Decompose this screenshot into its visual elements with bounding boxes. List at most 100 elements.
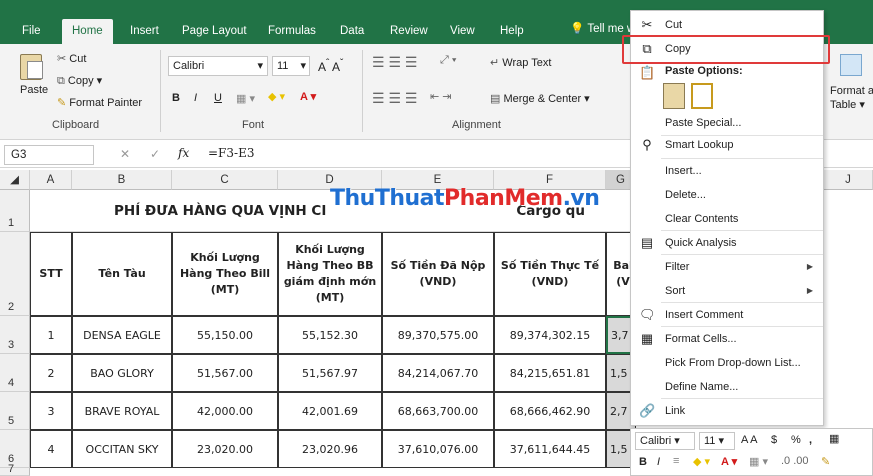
fill-color-icon[interactable]: ◆ ▾	[268, 90, 285, 103]
grow-font-icon[interactable]: A A	[741, 434, 758, 446]
increase-font-icon[interactable]: Aˆ Aˇ	[318, 58, 343, 74]
menu-item-insert-comment[interactable]: 🗨 Insert Comment	[631, 303, 823, 327]
menu-item-format-cells[interactable]: ▦ Format Cells...	[631, 327, 823, 351]
menu-item-cut[interactable]: ✂ Cut	[631, 13, 823, 37]
cell-ten-tau[interactable]: BRAVE ROYAL	[72, 392, 172, 430]
cell-khoi-luong-bill[interactable]: 51,567.00	[172, 354, 278, 392]
header-so-tien-da-nop[interactable]: Số Tiền Đã Nộp (VND)	[382, 232, 494, 316]
bold-button[interactable]: B	[172, 92, 180, 104]
format-painter-button[interactable]: ✎ Format Painter	[57, 96, 142, 109]
cell-khoi-luong-bill[interactable]: 42,000.00	[172, 392, 278, 430]
align-top-icon[interactable]: ☰ ☰ ☰	[372, 54, 417, 71]
select-all-corner[interactable]: ◢	[0, 170, 30, 190]
merge-center-button[interactable]: ▤ Merge & Center ▾	[490, 92, 590, 105]
format-painter-icon[interactable]: ✎	[821, 455, 830, 468]
paste-clipboard-icon[interactable]	[663, 83, 685, 109]
tab-view[interactable]: View	[440, 21, 485, 44]
tab-formulas[interactable]: Formulas	[258, 21, 326, 44]
row-header-2[interactable]: 2	[0, 232, 30, 316]
menu-item-delete[interactable]: Delete...	[631, 183, 823, 207]
row-header-4[interactable]: 4	[0, 354, 30, 392]
tab-page-layout[interactable]: Page Layout	[172, 21, 257, 44]
header-khoi-luong-bill[interactable]: Khối Lượng Hàng Theo Bill (MT)	[172, 232, 278, 316]
menu-item-sort[interactable]: Sort ▶	[631, 279, 823, 303]
cell-so-tien-thuc-te[interactable]: 84,215,651.81	[494, 354, 606, 392]
cell-ten-tau[interactable]: DENSA EAGLE	[72, 316, 172, 354]
mini-font-select[interactable]: Calibri ▾	[635, 432, 695, 450]
merge-cells-icon[interactable]: ▦	[829, 432, 839, 445]
cell-stt[interactable]: 4	[30, 430, 72, 468]
header-ten-tau[interactable]: Tên Tàu	[72, 232, 172, 316]
cell-so-tien-da-nop[interactable]: 89,370,575.00	[382, 316, 494, 354]
format-as-table-button[interactable]: Format a Table ▾	[830, 84, 873, 112]
formula-input[interactable]: =F3-E3	[208, 146, 254, 160]
cancel-icon[interactable]: ✕	[120, 147, 130, 161]
cell-so-tien-thuc-te[interactable]: 68,666,462.90	[494, 392, 606, 430]
cell-so-tien-thuc-te[interactable]: 89,374,302.15	[494, 316, 606, 354]
menu-item-link[interactable]: 🔗 Link	[631, 399, 823, 423]
cell-stt[interactable]: 2	[30, 354, 72, 392]
decimal-icon[interactable]: .0 .00	[781, 455, 809, 467]
percent-button[interactable]: %	[791, 434, 801, 446]
currency-button[interactable]: $	[771, 434, 777, 446]
column-header-j[interactable]: J	[824, 170, 873, 190]
cell-khoi-luong-bb[interactable]: 42,001.69	[278, 392, 382, 430]
cell-khoi-luong-bb[interactable]: 55,152.30	[278, 316, 382, 354]
font-size-select[interactable]: 11 ▾	[272, 56, 310, 76]
cut-button[interactable]: ✂ Cut	[57, 52, 86, 65]
paste-button[interactable]: Paste	[20, 84, 48, 96]
cell-khoi-luong-bill[interactable]: 23,020.00	[172, 430, 278, 468]
column-header-a[interactable]: A	[30, 170, 72, 190]
menu-item-filter[interactable]: Filter ▶	[631, 255, 823, 279]
tab-help[interactable]: Help	[490, 21, 534, 44]
paste-icon[interactable]	[20, 54, 43, 80]
cell-khoi-luong-bill[interactable]: 55,150.00	[172, 316, 278, 354]
borders-icon[interactable]: ▦ ▾	[236, 92, 255, 105]
tab-insert[interactable]: Insert	[120, 21, 169, 44]
cell-khoi-luong-bb[interactable]: 23,020.96	[278, 430, 382, 468]
font-color-icon[interactable]: A ▾	[300, 90, 316, 103]
comma-button[interactable]: ,	[809, 434, 812, 446]
align-center-icon[interactable]: ≡	[673, 455, 679, 467]
header-khoi-luong-bb[interactable]: Khối Lượng Hàng Theo BB giám định mớn (M…	[278, 232, 382, 316]
header-so-tien-thuc-te[interactable]: Số Tiền Thực Tế (VND)	[494, 232, 606, 316]
cell-so-tien-da-nop[interactable]: 37,610,076.00	[382, 430, 494, 468]
menu-item-define-name[interactable]: Define Name...	[631, 375, 823, 399]
mini-fill-color-icon[interactable]: ◆ ▾	[693, 455, 710, 468]
mini-borders-icon[interactable]: ▦ ▾	[749, 455, 768, 468]
menu-item-paste-special[interactable]: Paste Special...	[631, 111, 823, 135]
header-stt[interactable]: STT	[30, 232, 72, 316]
align-left-icon[interactable]: ☰ ☰ ☰	[372, 90, 417, 107]
cell-stt[interactable]: 1	[30, 316, 72, 354]
mini-font-color-icon[interactable]: A ▾	[721, 455, 737, 468]
column-header-b[interactable]: B	[72, 170, 172, 190]
cell-ten-tau[interactable]: OCCITAN SKY	[72, 430, 172, 468]
mini-italic-button[interactable]: I	[657, 456, 660, 468]
wrap-text-button[interactable]: ↵ Wrap Text	[490, 56, 551, 69]
font-name-select[interactable]: Calibri ▾	[168, 56, 268, 76]
column-header-c[interactable]: C	[172, 170, 278, 190]
underline-button[interactable]: U	[214, 92, 222, 104]
copy-button[interactable]: ⧉ Copy ▾	[57, 74, 102, 88]
menu-item-quick-analysis[interactable]: ▤ Quick Analysis	[631, 231, 823, 255]
italic-button[interactable]: I	[194, 92, 197, 104]
menu-item-clear-contents[interactable]: Clear Contents	[631, 207, 823, 231]
menu-item-insert[interactable]: Insert...	[631, 159, 823, 183]
cell-stt[interactable]: 3	[30, 392, 72, 430]
mini-bold-button[interactable]: B	[639, 456, 647, 468]
row-header-7[interactable]: 7	[0, 463, 30, 476]
row-header-5[interactable]: 5	[0, 392, 30, 430]
row-header-3[interactable]: 3	[0, 316, 30, 354]
tab-file[interactable]: File	[12, 21, 51, 44]
indent-icon[interactable]: ⇤ ⇥	[430, 90, 452, 103]
tab-data[interactable]: Data	[330, 21, 374, 44]
cell-so-tien-da-nop[interactable]: 68,663,700.00	[382, 392, 494, 430]
paste-values-icon[interactable]	[691, 83, 713, 109]
menu-item-smart-lookup[interactable]: ⚲ Smart Lookup	[631, 133, 823, 157]
tab-home[interactable]: Home	[62, 19, 113, 44]
cell-so-tien-da-nop[interactable]: 84,214,067.70	[382, 354, 494, 392]
mini-size-select[interactable]: 11 ▾	[699, 432, 735, 450]
row-header-1[interactable]: 1	[0, 190, 30, 232]
insert-function-icon[interactable]: fx	[178, 146, 189, 160]
cell-so-tien-thuc-te[interactable]: 37,611,644.45	[494, 430, 606, 468]
